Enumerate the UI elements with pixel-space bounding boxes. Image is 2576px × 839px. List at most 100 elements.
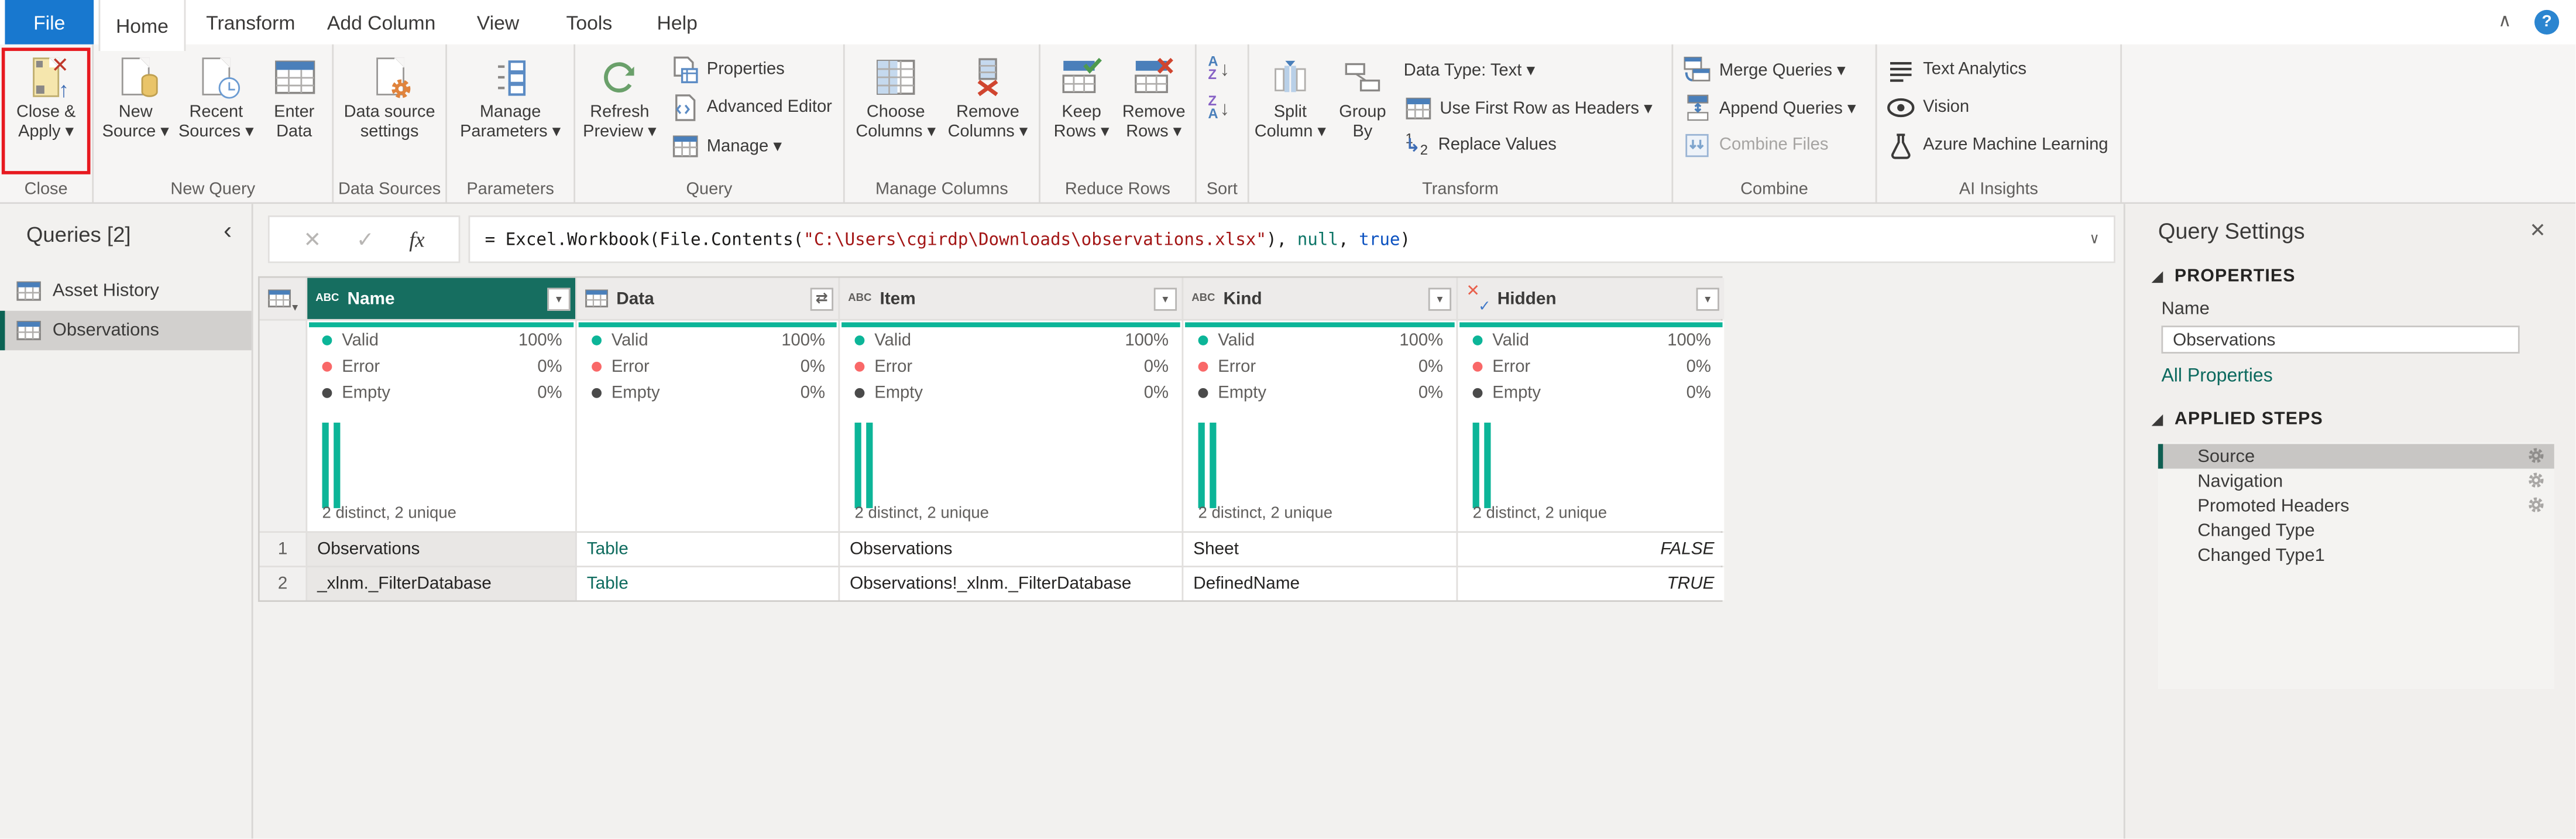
properties-section-header[interactable]: PROPERTIES: [2152, 266, 2576, 286]
cell-name[interactable]: _xlnm._FilterDatabase: [307, 567, 575, 600]
ribbon-group-reduce-rows: Keep Rows ▾ Remove Rows ▾: [1040, 44, 1197, 203]
azure-machine-learning-button[interactable]: Azure Machine Learning: [1887, 132, 2108, 160]
query-name-input[interactable]: [2161, 326, 2519, 354]
applied-steps-section-header[interactable]: APPLIED STEPS: [2152, 409, 2576, 429]
formula-input[interactable]: = Excel.Workbook(File.Contents("C:\Users…: [468, 215, 2115, 263]
name-label: Name: [2161, 299, 2575, 319]
cell-kind[interactable]: Sheet: [1183, 533, 1456, 566]
choose-columns-button[interactable]: Choose Columns ▾: [850, 49, 942, 141]
select-all-corner[interactable]: ▾: [260, 278, 306, 319]
expand-formula-bar-icon[interactable]: ∨: [2090, 232, 2098, 248]
new-source-button[interactable]: New Source ▾: [97, 49, 174, 141]
group-label-parameters: Parameters: [447, 181, 573, 199]
close-panel-icon[interactable]: ✕: [2529, 219, 2546, 242]
refresh-preview-button[interactable]: Refresh Preview ▾: [579, 49, 661, 141]
step-navigation[interactable]: Navigation: [2158, 468, 2554, 493]
vision-eye-icon: [1887, 94, 1915, 122]
file-menu[interactable]: File: [5, 0, 94, 44]
advanced-editor-button[interactable]: Advanced Editor: [671, 94, 832, 122]
text-analytics-button[interactable]: Text Analytics: [1887, 56, 2108, 84]
cell-data-table-link[interactable]: Table: [577, 567, 839, 600]
combine-files-button[interactable]: Combine Files: [1683, 132, 1856, 160]
keep-rows-button[interactable]: Keep Rows ▾: [1045, 49, 1118, 141]
manage-parameters-icon: [494, 49, 527, 104]
group-label-manage-columns: Manage Columns: [845, 181, 1039, 199]
group-label-combine: Combine: [1673, 181, 1875, 199]
manage-query-button[interactable]: Manage ▾: [671, 132, 832, 160]
column-header-hidden[interactable]: ✕✓ Hidden ▾: [1458, 278, 1724, 319]
ribbon-group-transform: Split Column ▾ Group By: [1249, 44, 1674, 203]
collapse-queries-pane-icon[interactable]: ‹: [224, 217, 232, 245]
tab-help[interactable]: Help: [644, 0, 710, 44]
cell-kind[interactable]: DefinedName: [1183, 567, 1456, 600]
value-distribution-bars: [322, 423, 576, 508]
text-type-icon: ABC: [848, 293, 871, 304]
append-queries-button[interactable]: Append Queries ▾: [1683, 94, 1856, 122]
tab-add-column[interactable]: Add Column: [322, 0, 441, 44]
column-header-name[interactable]: ABC Name ▾: [307, 278, 575, 319]
group-label-close: Close: [0, 181, 92, 199]
tab-home[interactable]: Home: [99, 0, 186, 51]
ribbon-group-combine: Merge Queries ▾ Append Queries ▾: [1673, 44, 1877, 203]
sort-ascending-button[interactable]: AZ ↓: [1208, 56, 1247, 80]
stats-corner: [260, 321, 306, 532]
cancel-formula-icon[interactable]: ✕: [304, 226, 322, 252]
tab-view[interactable]: View: [465, 0, 531, 44]
cell-name[interactable]: Observations: [307, 533, 575, 566]
queries-title: Queries [2]: [26, 222, 131, 246]
manage-parameters-button[interactable]: Manage Parameters ▾: [451, 49, 569, 141]
group-by-icon: [1343, 49, 1382, 104]
text-type-icon: ABC: [1191, 293, 1215, 304]
sort-descending-button[interactable]: ZA ↓: [1208, 95, 1247, 120]
collapse-ribbon-icon[interactable]: ∧: [2498, 13, 2512, 31]
tab-tools[interactable]: Tools: [554, 0, 625, 44]
close-and-apply-button[interactable]: ✕↑ Close & Apply ▾: [4, 49, 89, 141]
gear-icon[interactable]: [2526, 446, 2546, 465]
properties-button[interactable]: Properties: [671, 56, 832, 84]
empty-dot: [1473, 388, 1483, 398]
enter-data-icon: [274, 49, 315, 104]
help-button[interactable]: ?: [2534, 10, 2559, 35]
merge-queries-icon: [1683, 56, 1711, 84]
filter-dropdown-icon[interactable]: ▾: [1696, 287, 1719, 310]
merge-queries-button[interactable]: Merge Queries ▾: [1683, 56, 1856, 84]
split-column-button[interactable]: Split Column ▾: [1252, 49, 1328, 141]
column-header-kind[interactable]: ABC Kind ▾: [1183, 278, 1456, 319]
data-source-settings-button[interactable]: Data source settings: [337, 49, 442, 141]
enter-data-button[interactable]: Enter Data: [258, 49, 331, 141]
cell-hidden[interactable]: TRUE: [1458, 567, 1724, 600]
replace-values-button[interactable]: 1↳2 Replace Values: [1404, 132, 1653, 160]
use-first-row-as-headers-button[interactable]: Use First Row as Headers ▾: [1404, 94, 1653, 122]
query-item-observations[interactable]: Observations: [0, 311, 252, 350]
vision-button[interactable]: Vision: [1887, 94, 2108, 122]
group-label-transform: Transform: [1249, 181, 1672, 199]
remove-columns-button[interactable]: Remove Columns ▾: [942, 49, 1033, 141]
step-promoted-headers[interactable]: Promoted Headers: [2158, 494, 2554, 518]
data-preview-table: ▾ ABC Name ▾ Data ⇄: [258, 276, 1723, 602]
filter-dropdown-icon[interactable]: ▾: [1428, 287, 1451, 310]
row-number: 1: [260, 533, 306, 566]
remove-rows-button[interactable]: Remove Rows ▾: [1118, 49, 1190, 141]
filter-dropdown-icon[interactable]: ▾: [547, 287, 570, 310]
filter-dropdown-icon[interactable]: ▾: [1154, 287, 1177, 310]
group-by-button[interactable]: Group By: [1328, 49, 1397, 141]
gear-icon[interactable]: [2526, 495, 2546, 515]
cell-hidden[interactable]: FALSE: [1458, 533, 1724, 566]
column-header-data[interactable]: Data ⇄: [577, 278, 839, 319]
recent-sources-button[interactable]: Recent Sources ▾: [174, 49, 258, 141]
cell-item[interactable]: Observations: [840, 533, 1181, 566]
query-item-asset-history[interactable]: Asset History: [0, 271, 252, 310]
cell-item[interactable]: Observations!_xlnm._FilterDatabase: [840, 567, 1181, 600]
tab-transform[interactable]: Transform: [193, 0, 309, 44]
all-properties-link[interactable]: All Properties: [2161, 367, 2575, 386]
text-type-icon: ABC: [315, 293, 339, 304]
step-changed-type[interactable]: Changed Type: [2158, 518, 2554, 543]
column-header-item[interactable]: ABC Item ▾: [840, 278, 1181, 319]
expand-column-icon[interactable]: ⇄: [810, 287, 833, 310]
cell-data-table-link[interactable]: Table: [577, 533, 839, 566]
commit-formula-icon[interactable]: ✓: [356, 226, 375, 252]
gear-icon[interactable]: [2526, 470, 2546, 490]
step-source[interactable]: Source: [2158, 444, 2554, 468]
data-type-button[interactable]: Data Type: Text ▾: [1404, 56, 1653, 84]
step-changed-type1[interactable]: Changed Type1: [2158, 543, 2554, 567]
